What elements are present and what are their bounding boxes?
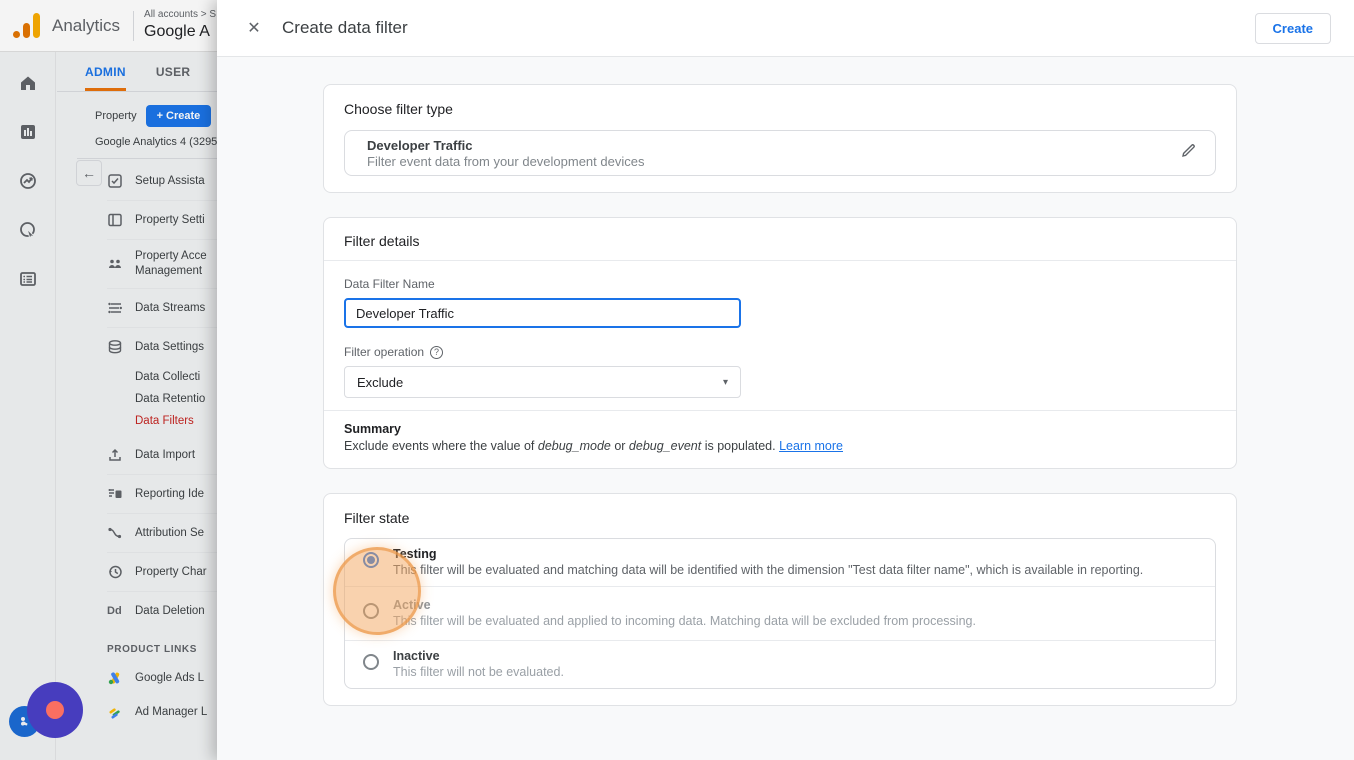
page: Analytics All accounts > S Google A ADMI… (0, 0, 1354, 760)
summary-title: Summary (344, 422, 1216, 436)
option-description: This filter will not be evaluated. (393, 665, 564, 679)
filter-state-title: Filter state (344, 510, 1216, 526)
record-dot-icon (46, 701, 64, 719)
radio-unselected-icon[interactable] (363, 654, 379, 670)
menu-item-google-ads-links[interactable]: Google Ads L (107, 661, 217, 695)
analytics-logo-icon (13, 11, 43, 41)
radio-selected-icon[interactable] (363, 552, 379, 568)
learn-more-link[interactable]: Learn more (779, 439, 843, 453)
edit-icon[interactable] (1180, 142, 1197, 164)
reports-icon[interactable] (13, 117, 43, 147)
explore-icon[interactable] (13, 166, 43, 196)
data-import-icon (107, 447, 123, 463)
filter-type-name: Developer Traffic (367, 138, 644, 153)
menu-item-ad-manager-links[interactable]: Ad Manager L (107, 695, 217, 729)
advertising-icon[interactable] (13, 215, 43, 245)
tab-user[interactable]: USER (156, 65, 191, 91)
option-description: This filter will be evaluated and matchi… (393, 563, 1143, 577)
summary-text: Exclude events where the value of debug_… (344, 439, 1216, 453)
admin-icon[interactable] (13, 264, 43, 294)
filter-type-card: Choose filter type Developer Traffic Fil… (323, 84, 1237, 193)
admin-menu: Setup Assista Property Setti Property Ac… (107, 162, 217, 729)
filter-type-title: Choose filter type (344, 101, 1216, 117)
create-property-button[interactable]: + Create (146, 105, 212, 127)
ad-manager-icon (107, 704, 123, 720)
filter-details-title: Filter details (344, 233, 1216, 249)
option-label: Active (393, 598, 976, 612)
option-label: Inactive (393, 649, 564, 663)
data-streams-icon (107, 300, 123, 316)
menu-item-reporting-identity[interactable]: Reporting Ide (107, 475, 217, 513)
menu-item-property-access[interactable]: Property AcceManagement (107, 240, 217, 288)
recording-indicator[interactable] (27, 682, 83, 738)
attribution-settings-icon (107, 525, 123, 541)
account-title[interactable]: Google A (144, 22, 216, 42)
property-name[interactable]: Google Analytics 4 (3295 (95, 136, 217, 148)
panel-divider (77, 158, 217, 159)
option-description: This filter will be evaluated and applie… (393, 614, 976, 628)
menu-item-data-streams[interactable]: Data Streams (107, 289, 217, 327)
admin-tabs: ADMIN USER (57, 52, 217, 92)
product-links-header: PRODUCT LINKS (107, 644, 217, 655)
menu-item-setup-assistant[interactable]: Setup Assista (107, 162, 217, 200)
filter-details-card: Filter details Data Filter Name Filter o… (323, 217, 1237, 469)
filter-type-description: Filter event data from your development … (367, 154, 644, 169)
create-data-filter-modal: ✕ Create data filter Create Choose filte… (217, 0, 1354, 760)
menu-item-attribution-settings[interactable]: Attribution Se (107, 514, 217, 552)
menu-item-data-filters[interactable]: Data Filters (107, 410, 217, 432)
option-label: Testing (393, 547, 1143, 561)
menu-item-data-settings[interactable]: Data Settings (107, 328, 217, 366)
data-deletion-icon: Dd (107, 605, 123, 617)
modal-body: Choose filter type Developer Traffic Fil… (217, 57, 1354, 706)
help-icon[interactable]: ? (430, 346, 443, 359)
close-icon[interactable]: ✕ (243, 18, 265, 38)
google-ads-icon (107, 670, 123, 686)
radio-option-active[interactable]: Active This filter will be evaluated and… (345, 586, 1215, 640)
menu-item-data-collection[interactable]: Data Collecti (107, 366, 217, 388)
data-settings-icon (107, 339, 123, 355)
radio-option-testing[interactable]: Testing This filter will be evaluated an… (345, 539, 1215, 586)
filter-operation-select[interactable]: Exclude ▾ (344, 366, 741, 398)
property-change-history-icon (107, 564, 123, 580)
menu-item-property-change-history[interactable]: Property Char (107, 553, 217, 591)
data-filter-name-label: Data Filter Name (344, 277, 435, 291)
left-nav-rail (0, 52, 56, 760)
property-settings-icon (107, 212, 123, 228)
dropdown-caret-icon: ▾ (723, 377, 728, 388)
home-icon[interactable] (13, 68, 43, 98)
radio-option-inactive[interactable]: Inactive This filter will not be evaluat… (345, 640, 1215, 688)
property-access-icon (107, 256, 123, 272)
product-name: Analytics (52, 16, 120, 36)
menu-item-data-deletion[interactable]: Dd Data Deletion (107, 592, 217, 630)
filter-type-box[interactable]: Developer Traffic Filter event data from… (344, 130, 1216, 176)
reporting-identity-icon (107, 486, 123, 502)
header-divider (133, 11, 134, 41)
menu-item-data-retention[interactable]: Data Retentio (107, 388, 217, 410)
menu-item-data-import[interactable]: Data Import (107, 436, 217, 474)
filter-operation-value: Exclude (357, 375, 403, 390)
filter-state-options: Testing This filter will be evaluated an… (344, 538, 1216, 689)
setup-assistant-icon (107, 173, 123, 189)
admin-sidebar: ADMIN USER Property + Create Google Anal… (57, 52, 217, 760)
modal-title: Create data filter (282, 18, 1255, 38)
filter-operation-label: Filter operation (344, 345, 424, 359)
filter-state-card: Filter state Testing This filter will be… (323, 493, 1237, 706)
tab-admin[interactable]: ADMIN (85, 65, 126, 91)
radio-unselected-icon[interactable] (363, 603, 379, 619)
data-filter-name-input[interactable] (344, 298, 741, 328)
create-button[interactable]: Create (1255, 13, 1331, 44)
menu-item-property-settings[interactable]: Property Setti (107, 201, 217, 239)
property-label: Property (95, 110, 137, 122)
modal-header: ✕ Create data filter Create (217, 0, 1354, 57)
back-button[interactable]: ← (76, 160, 102, 186)
breadcrumb[interactable]: All accounts > S (144, 9, 216, 22)
